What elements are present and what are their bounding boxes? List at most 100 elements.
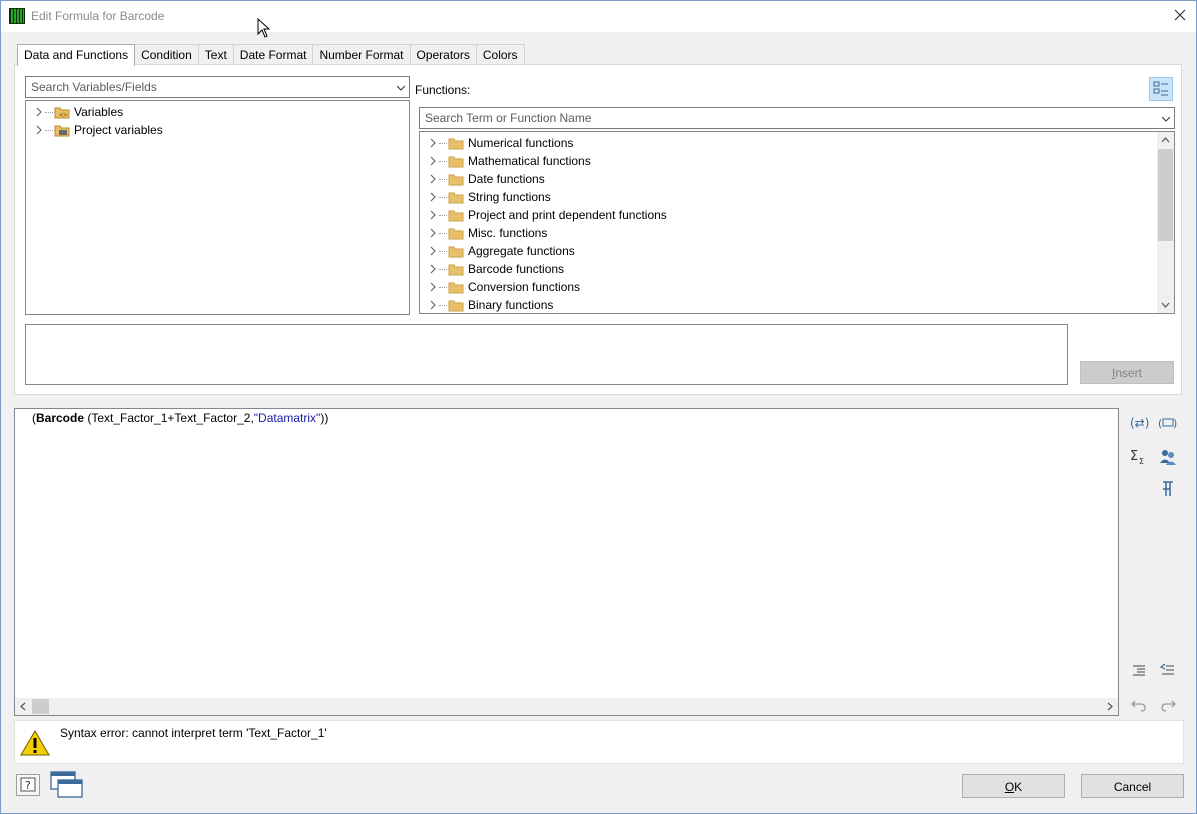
- function-description-box: [25, 324, 1068, 385]
- tree-item-variables[interactable]: <> Variables: [26, 103, 123, 121]
- chevron-right-icon[interactable]: [428, 174, 438, 184]
- tab-date-format[interactable]: Date Format: [232, 44, 314, 65]
- function-category-item[interactable]: String functions: [420, 188, 551, 206]
- folder-icon: [448, 174, 464, 185]
- svg-text:): ): [1173, 417, 1177, 430]
- folder-icon: [448, 282, 464, 293]
- tab-number-format[interactable]: Number Format: [312, 44, 411, 65]
- tree-item-label: Project variables: [74, 123, 163, 137]
- formula-keyword: Barcode: [36, 411, 85, 425]
- folder-icon: [448, 228, 464, 239]
- tree-item-project-variables[interactable]: Project variables: [26, 121, 163, 139]
- chevron-down-icon[interactable]: [397, 84, 405, 92]
- insert-field-icon[interactable]: ( ): [1158, 413, 1178, 433]
- svg-text:(: (: [1158, 417, 1162, 430]
- tab-colors[interactable]: Colors: [475, 44, 525, 65]
- variables-search-input[interactable]: Search Variables/Fields: [25, 76, 410, 98]
- windows-icon[interactable]: [49, 770, 85, 800]
- function-category-label: String functions: [468, 190, 551, 204]
- users-icon[interactable]: [1158, 447, 1178, 467]
- functions-label: Functions:: [415, 83, 471, 97]
- outdent-icon[interactable]: [1158, 661, 1178, 681]
- edit-formula-dialog: Edit Formula for Barcode Data and Functi…: [0, 0, 1197, 814]
- tab-strip: Data and Functions Condition Text Date F…: [17, 44, 525, 66]
- formula-text[interactable]: (Barcode (Text_Factor_1+Text_Factor_2,"D…: [32, 411, 328, 425]
- svg-text:(⇄): (⇄): [1130, 416, 1149, 430]
- tab-operators[interactable]: Operators: [409, 44, 477, 65]
- insert-button[interactable]: Insert: [1080, 361, 1174, 384]
- format-text-icon[interactable]: [1158, 479, 1178, 499]
- svg-text:?: ?: [25, 779, 31, 792]
- tree-connector: [439, 196, 447, 198]
- tab-condition[interactable]: Condition: [134, 44, 199, 65]
- function-category-item[interactable]: Barcode functions: [420, 260, 564, 278]
- function-category-label: Barcode functions: [468, 262, 565, 276]
- project-variables-icon: [54, 125, 70, 136]
- chevron-right-icon[interactable]: [428, 282, 438, 292]
- chevron-right-icon[interactable]: [428, 156, 438, 166]
- scroll-left-icon[interactable]: [18, 701, 29, 712]
- chevron-right-icon[interactable]: [428, 210, 438, 220]
- function-category-item[interactable]: Aggregate functions: [420, 242, 575, 260]
- help-button[interactable]: ?: [16, 774, 40, 796]
- error-panel: Syntax error: cannot interpret term 'Tex…: [14, 720, 1184, 764]
- scroll-down-icon[interactable]: [1160, 299, 1171, 310]
- formula-editor[interactable]: (Barcode (Text_Factor_1+Text_Factor_2,"D…: [14, 408, 1119, 716]
- scroll-thumb[interactable]: [1158, 149, 1173, 241]
- error-message: Syntax error: cannot interpret term 'Tex…: [60, 726, 327, 740]
- functions-vertical-scrollbar[interactable]: [1157, 132, 1174, 313]
- functions-search-input[interactable]: Search Term or Function Name: [419, 107, 1175, 129]
- list-view-toggle-button[interactable]: [1149, 77, 1173, 101]
- tab-text[interactable]: Text: [197, 44, 234, 65]
- function-category-item[interactable]: Misc. functions: [420, 224, 547, 242]
- tab-data-and-functions[interactable]: Data and Functions: [17, 44, 136, 66]
- chevron-right-icon[interactable]: [428, 138, 438, 148]
- function-category-label: Binary functions: [468, 298, 554, 312]
- function-category-item[interactable]: Date functions: [420, 170, 545, 188]
- folder-icon: [448, 138, 464, 149]
- tree-connector: [45, 111, 53, 113]
- scroll-right-icon[interactable]: [1104, 701, 1115, 712]
- function-category-item[interactable]: Project and print dependent functions: [420, 206, 667, 224]
- tree-connector: [439, 178, 447, 180]
- variables-tree[interactable]: <> Variables Project variables: [25, 100, 410, 315]
- tree-connector: [45, 129, 53, 131]
- editor-horizontal-scrollbar[interactable]: [15, 698, 1118, 715]
- function-category-label: Numerical functions: [468, 136, 574, 150]
- title-bar: Edit Formula for Barcode: [1, 1, 1196, 32]
- chevron-right-icon[interactable]: [428, 246, 438, 256]
- sum-icon[interactable]: Σ Σ: [1129, 447, 1149, 467]
- undo-icon[interactable]: [1129, 695, 1149, 715]
- chevron-down-icon[interactable]: [1162, 115, 1170, 123]
- function-category-label: Date functions: [468, 172, 545, 186]
- function-category-label: Conversion functions: [468, 280, 581, 294]
- function-category-item[interactable]: Numerical functions: [420, 134, 573, 152]
- function-category-item[interactable]: Binary functions: [420, 296, 554, 313]
- close-icon[interactable]: [1172, 7, 1188, 23]
- functions-tree[interactable]: Numerical functions Mathematical function…: [419, 131, 1175, 314]
- variables-search-placeholder: Search Variables/Fields: [31, 80, 157, 94]
- ok-button[interactable]: OK: [962, 774, 1065, 798]
- folder-icon: [448, 300, 464, 311]
- scroll-up-icon[interactable]: [1160, 135, 1171, 146]
- cancel-button[interactable]: Cancel: [1081, 774, 1184, 798]
- chevron-right-icon[interactable]: [428, 264, 438, 274]
- folder-icon: [448, 264, 464, 275]
- function-category-item[interactable]: Conversion functions: [420, 278, 580, 296]
- tree-connector: [439, 250, 447, 252]
- chevron-right-icon[interactable]: [428, 228, 438, 238]
- chevron-right-icon[interactable]: [34, 125, 44, 135]
- chevron-right-icon[interactable]: [34, 107, 44, 117]
- redo-icon[interactable]: [1158, 695, 1178, 715]
- indent-icon[interactable]: [1129, 661, 1149, 681]
- tree-item-label: Variables: [74, 105, 124, 119]
- chevron-right-icon[interactable]: [428, 300, 438, 310]
- tree-connector: [439, 160, 447, 162]
- function-category-item[interactable]: Mathematical functions: [420, 152, 591, 170]
- scroll-thumb[interactable]: [32, 699, 49, 714]
- chevron-right-icon[interactable]: [428, 192, 438, 202]
- list-view-icon: [1153, 81, 1168, 96]
- wrap-parentheses-icon[interactable]: (⇄): [1129, 413, 1149, 433]
- function-category-label: Project and print dependent functions: [468, 208, 667, 222]
- folder-icon: [448, 156, 464, 167]
